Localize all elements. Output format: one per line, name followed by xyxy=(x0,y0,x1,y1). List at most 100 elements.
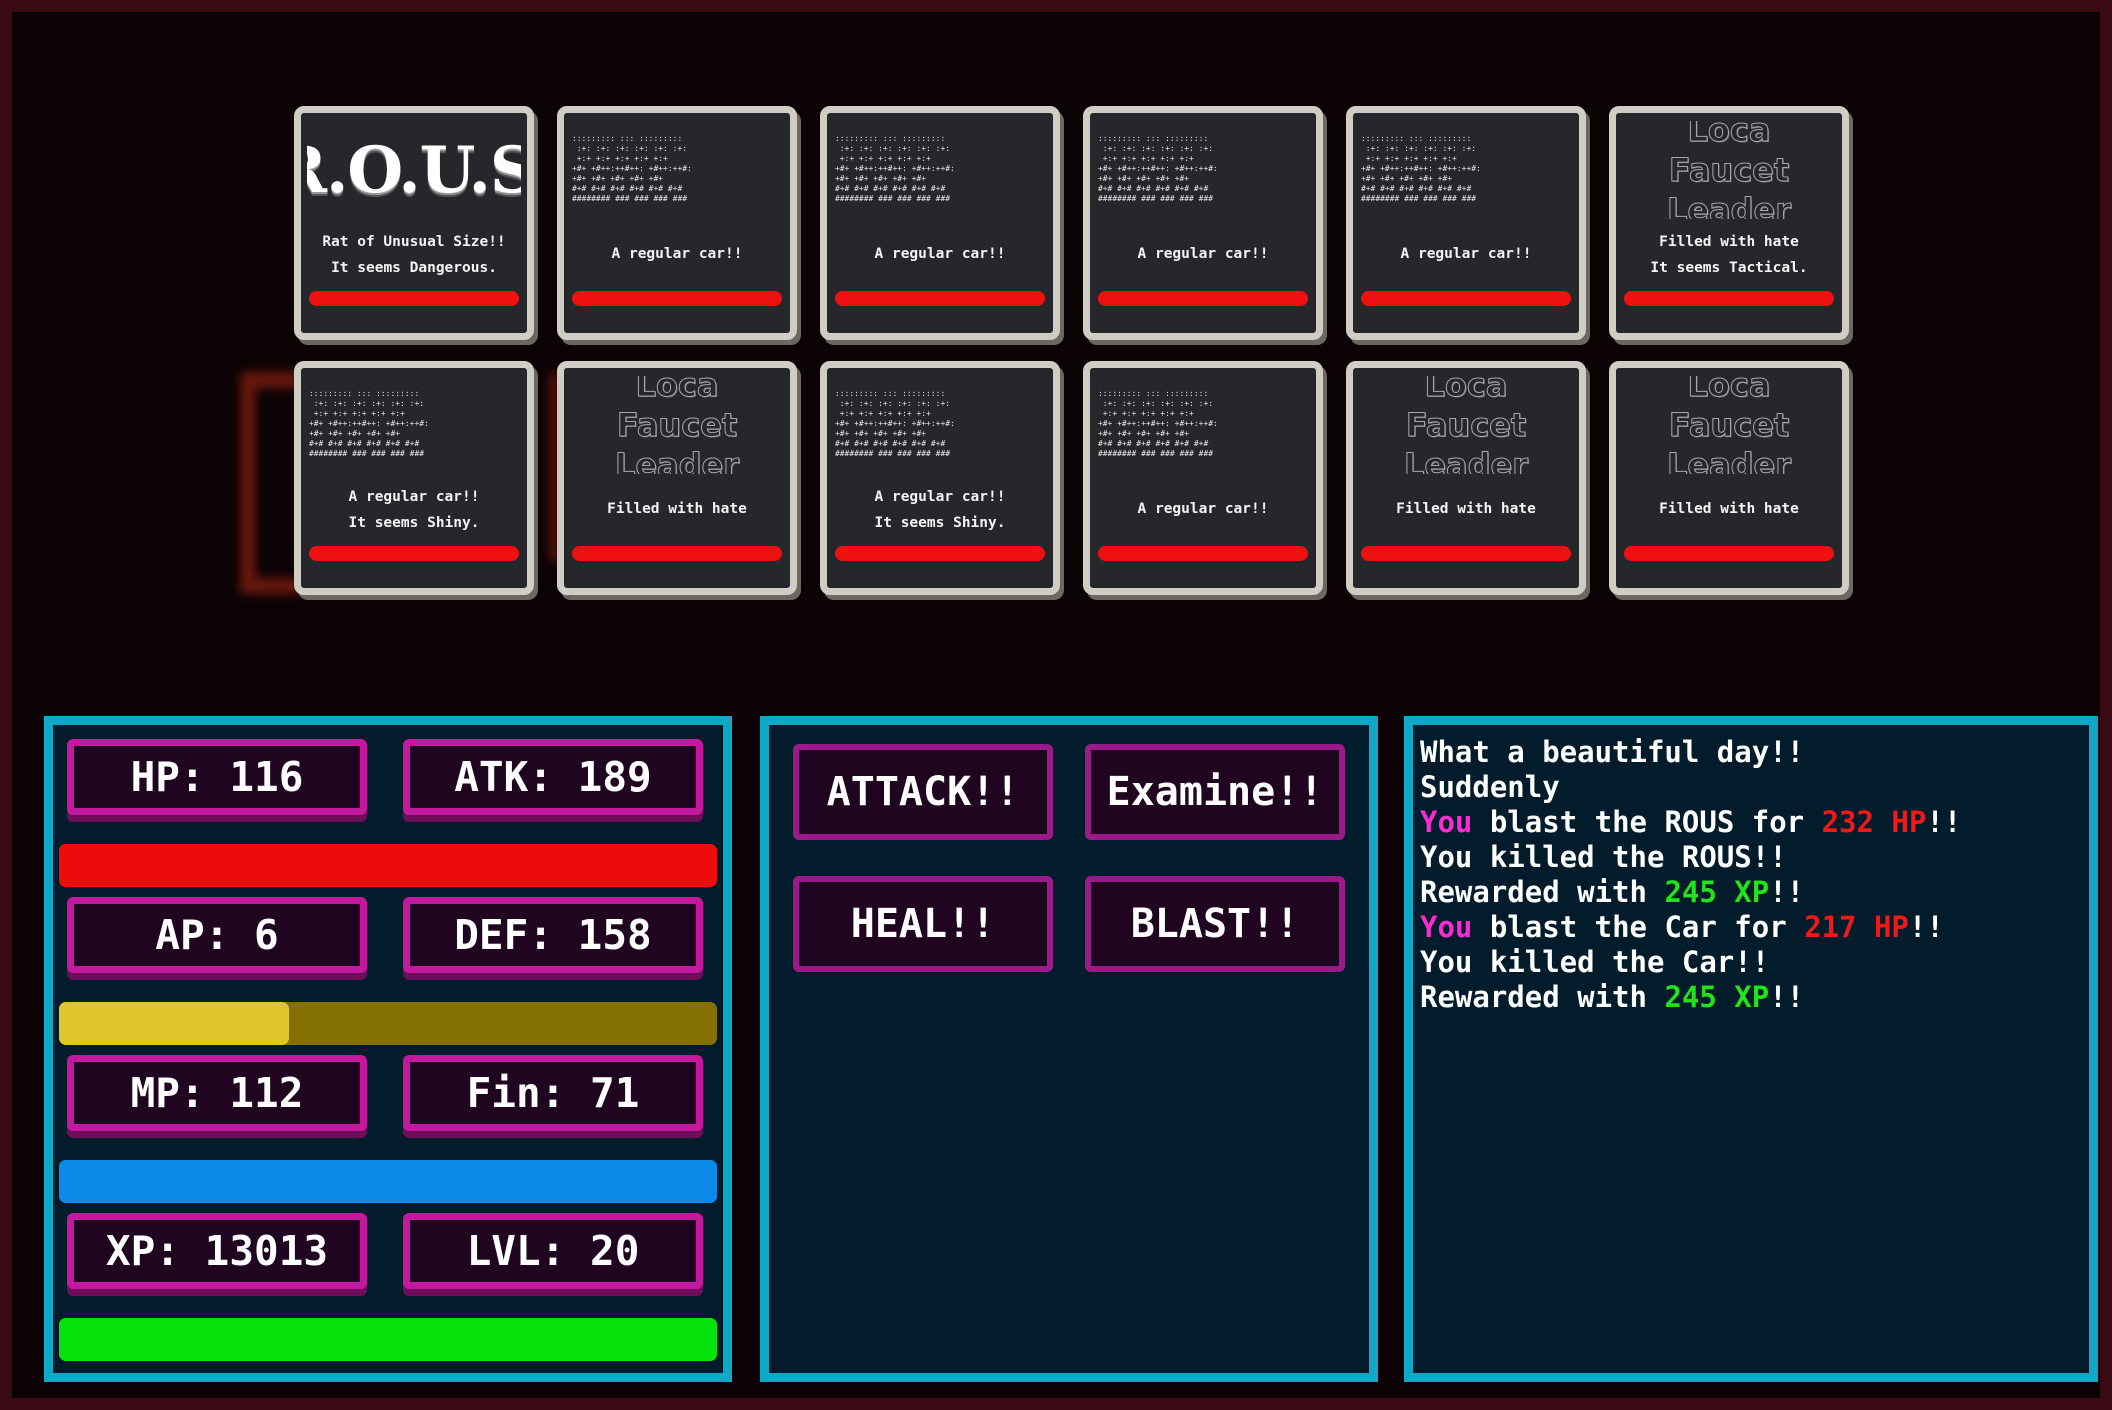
enemy-description: A regular car!! xyxy=(1094,241,1312,267)
enemy-hp-bar xyxy=(1098,291,1308,306)
enemy-card[interactable]: ::::::::: ::: ::::::::: :+: :+: :+: :+: … xyxy=(820,361,1060,595)
car-art: ::::::::: ::: ::::::::: :+: :+: :+: :+: … xyxy=(1359,121,1573,219)
log-line: You blast the Car for 217 HP!! xyxy=(1420,910,2089,945)
rous-art: R.O.U.S. xyxy=(307,132,521,208)
log-segment: !! xyxy=(1769,980,1805,1014)
car-art: ::::::::: ::: ::::::::: :+: :+: :+: :+: … xyxy=(1096,121,1310,219)
enemy-hp-bar xyxy=(1361,546,1571,561)
enemy-card[interactable]: Loca Faucet Leader Filled with hate It seems… xyxy=(1609,106,1849,340)
bar-fill xyxy=(59,844,717,887)
log-segment: blast the Car for xyxy=(1472,910,1805,944)
lvl-stat: LVL: 20 xyxy=(403,1213,703,1289)
enemy-desc-line1: A regular car!! xyxy=(1137,501,1269,517)
loca-art-line: Loca xyxy=(635,376,719,405)
combat-log: What a beautiful day!! Suddenly You blast … xyxy=(1404,716,2098,1382)
log-segment: 245 XP xyxy=(1664,980,1770,1014)
svg-text:::::::::: ::: ::: ::::::::: ::: ::::::::: :+: :+: :+: :+: … xyxy=(835,133,960,203)
blast-button[interactable]: BLAST!! xyxy=(1085,876,1345,972)
log-segment: Rewarded with xyxy=(1420,980,1665,1014)
enemy-hp-bar xyxy=(309,291,519,306)
enemy-card[interactable]: ::::::::: ::: ::::::::: :+: :+: :+: :+: … xyxy=(820,106,1060,340)
enemy-hp-bar xyxy=(835,546,1045,561)
enemy-card[interactable]: ::::::::: ::: ::::::::: :+: :+: :+: :+: … xyxy=(557,106,797,340)
enemy-description: A regular car!! xyxy=(831,241,1049,267)
loca-art-line: Loca xyxy=(1687,376,1771,405)
loca-art-line: Faucet xyxy=(1668,406,1790,445)
stats-panel: HP: 116 ATK: 189 AP: 6 DEF: 158 MP: 112 … xyxy=(44,716,732,1382)
svg-text:::::::::: ::: ::: ::::::::: ::: ::::::::: :+: :+: :+: :+: … xyxy=(309,388,434,458)
enemy-description: Filled with hate xyxy=(1357,496,1575,522)
log-line: You killed the ROUS!! xyxy=(1420,840,2089,875)
enemy-description: Filled with hate It seems Tactical. xyxy=(1620,229,1838,281)
bar-fill xyxy=(59,1002,290,1045)
loca-art: Loca Faucet Leader xyxy=(570,376,784,474)
enemy-hp-bar xyxy=(1361,291,1571,306)
enemy-card[interactable]: ::::::::: ::: ::::::::: :+: :+: :+: :+: … xyxy=(1083,106,1323,340)
car-art: ::::::::: ::: ::::::::: :+: :+: :+: :+: … xyxy=(833,121,1047,219)
enemy-desc-line2: It seems Tactical. xyxy=(1650,260,1808,276)
atk-stat: ATK: 189 xyxy=(403,739,703,815)
enemy-desc-line1: Rat of Unusual Size!! xyxy=(322,234,506,250)
bar-fill xyxy=(59,1160,717,1203)
enemy-card[interactable]: ::::::::: ::: ::::::::: :+: :+: :+: :+: … xyxy=(1083,361,1323,595)
enemy-card[interactable]: Loca Faucet Leader Filled with hate xyxy=(1609,361,1849,595)
log-segment: Suddenly xyxy=(1420,770,1560,804)
enemy-description: A regular car!! xyxy=(1357,241,1575,267)
enemy-hp-bar xyxy=(1098,546,1308,561)
enemy-card[interactable]: Loca Faucet Leader Filled with hate xyxy=(557,361,797,595)
enemy-desc-line2: It seems Dangerous. xyxy=(331,260,497,276)
loca-art-line: Loca xyxy=(1687,121,1771,150)
log-segment: You xyxy=(1420,910,1473,944)
log-line: Rewarded with 245 XP!! xyxy=(1420,980,2089,1015)
enemy-desc-line1: A regular car!! xyxy=(874,246,1006,262)
attack-button[interactable]: ATTACK!! xyxy=(793,744,1053,840)
mp-stat: MP: 112 xyxy=(67,1055,367,1131)
fin-stat: Fin: 71 xyxy=(403,1055,703,1131)
xp-bar xyxy=(59,1318,717,1361)
loca-art-line: Leader xyxy=(1403,446,1529,475)
mp-bar xyxy=(59,1160,717,1203)
loca-art: Loca Faucet Leader xyxy=(1622,376,1836,474)
enemy-description: Rat of Unusual Size!! It seems Dangerous. xyxy=(305,229,523,281)
car-art: ::::::::: ::: ::::::::: :+: :+: :+: :+: … xyxy=(570,121,784,219)
log-segment: What a beautiful day!! xyxy=(1420,735,1805,769)
enemy-desc-line1: A regular car!! xyxy=(1137,246,1269,262)
enemy-card[interactable]: R.O.U.S. Rat of Unusual Size!! It seems Da… xyxy=(294,106,534,340)
svg-text:::::::::: ::: ::: ::::::::: ::: ::::::::: :+: :+: :+: :+: … xyxy=(1098,133,1223,203)
enemy-desc-line2: It seems Shiny. xyxy=(348,515,480,531)
action-panel: ATTACK!! Examine!! HEAL!! BLAST!! xyxy=(760,716,1378,1382)
enemy-description: A regular car!! It seems Shiny. xyxy=(305,484,523,536)
car-art: ::::::::: ::: ::::::::: :+: :+: :+: :+: … xyxy=(833,376,1047,474)
enemy-card[interactable]: Loca Faucet Leader Filled with hate xyxy=(1346,361,1586,595)
ap-bar xyxy=(59,1002,717,1045)
enemy-desc-line1: Filled with hate xyxy=(607,501,747,517)
log-line: What a beautiful day!! xyxy=(1420,735,2089,770)
def-stat: DEF: 158 xyxy=(403,897,703,973)
selection-glow xyxy=(240,372,302,594)
loca-art-line: Loca xyxy=(1424,376,1508,405)
xp-stat: XP: 13013 xyxy=(67,1213,367,1289)
log-line: Rewarded with 245 XP!! xyxy=(1420,875,2089,910)
log-segment: Rewarded with xyxy=(1420,875,1665,909)
log-segment: !! xyxy=(1908,910,1944,944)
loca-art-line: Leader xyxy=(614,446,740,475)
enemy-desc-line2: It seems Shiny. xyxy=(874,515,1006,531)
enemy-hp-bar xyxy=(835,291,1045,306)
enemy-desc-line1: Filled with hate xyxy=(1659,234,1799,250)
log-segment: 232 HP xyxy=(1821,805,1927,839)
hp-bar xyxy=(59,844,717,887)
bar-fill xyxy=(59,1318,717,1361)
heal-button[interactable]: HEAL!! xyxy=(793,876,1053,972)
enemy-card[interactable]: ::::::::: ::: ::::::::: :+: :+: :+: :+: … xyxy=(294,361,534,595)
log-segment: !! xyxy=(1926,805,1962,839)
car-art: ::::::::: ::: ::::::::: :+: :+: :+: :+: … xyxy=(307,376,521,474)
svg-text:::::::::: ::: ::: ::::::::: ::: ::::::::: :+: :+: :+: :+: … xyxy=(1361,133,1486,203)
log-segment: blast the ROUS for xyxy=(1472,805,1822,839)
enemy-card[interactable]: ::::::::: ::: ::::::::: :+: :+: :+: :+: … xyxy=(1346,106,1586,340)
examine-button[interactable]: Examine!! xyxy=(1085,744,1345,840)
ap-stat: AP: 6 xyxy=(67,897,367,973)
enemy-hp-bar xyxy=(1624,291,1834,306)
log-segment: 217 HP xyxy=(1804,910,1909,944)
enemy-desc-line1: Filled with hate xyxy=(1659,501,1799,517)
log-segment: !! xyxy=(1769,875,1805,909)
